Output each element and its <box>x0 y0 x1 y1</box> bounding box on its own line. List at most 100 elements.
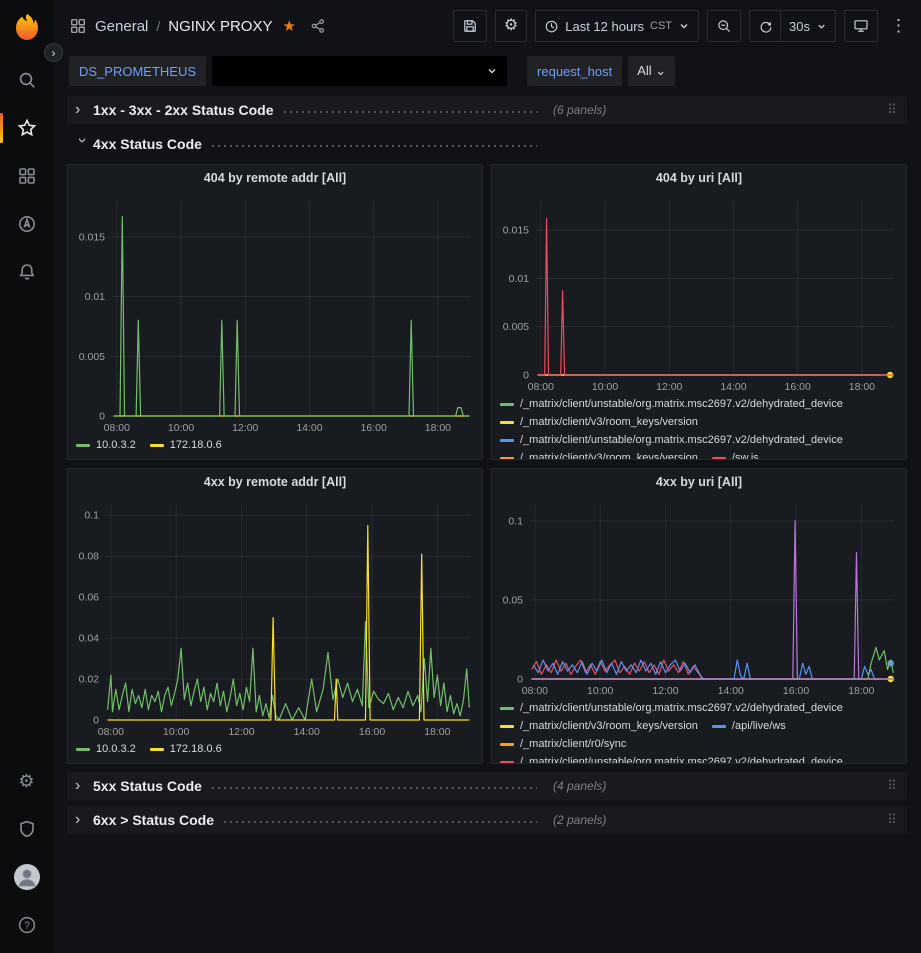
svg-text:18:00: 18:00 <box>848 685 874 697</box>
legend-item[interactable]: /_matrix/client/unstable/org.matrix.msc2… <box>500 397 843 412</box>
svg-text:0.005: 0.005 <box>79 351 105 363</box>
legend-item[interactable]: /api/live/ws <box>712 719 786 734</box>
panel-404-by-uri: 404 by uri [All] 00.0050.010.01508:0010:… <box>491 164 907 460</box>
svg-text:10:00: 10:00 <box>163 726 189 738</box>
row-header-4xx[interactable]: › 4xx Status Code <box>67 130 907 158</box>
row-header-1xx-3xx-2xx[interactable]: › 1xx - 3xx - 2xx Status Code (6 panels)… <box>67 96 907 124</box>
share-icon[interactable] <box>310 18 326 34</box>
row-header-5xx[interactable]: › 5xx Status Code (4 panels) ⠿ <box>67 772 907 800</box>
legend-label: /_matrix/client/unstable/org.matrix.msc2… <box>520 755 843 763</box>
legend-label: 10.0.3.2 <box>96 438 136 453</box>
dashboard-settings-button[interactable]: ⚙ <box>495 10 527 42</box>
time-series-chart[interactable]: 00.0050.010.01508:0010:0012:0014:0016:00… <box>68 191 482 436</box>
legend-item[interactable]: /_matrix/client/v3/room_keys/version <box>500 415 698 430</box>
time-series-chart[interactable]: 00.050.108:0010:0012:0014:0016:0018:00 <box>492 495 906 699</box>
legend-item[interactable]: 10.0.3.2 <box>76 438 136 453</box>
legend-swatch <box>500 725 514 728</box>
panel-404-by-remote-addr: 404 by remote addr [All] 00.0050.010.015… <box>67 164 483 460</box>
sidebar-item-help[interactable]: ? <box>0 901 53 949</box>
time-series-chart[interactable]: 00.0050.010.01508:0010:0012:0014:0016:00… <box>492 191 906 395</box>
breadcrumb-folder[interactable]: General <box>95 18 148 35</box>
panel-title[interactable]: 4xx by uri [All] <box>492 469 906 495</box>
chart-legend: 10.0.3.2 172.18.0.6 <box>68 436 482 459</box>
row-header-6xx[interactable]: › 6xx > Status Code (2 panels) ⠿ <box>67 806 907 834</box>
svg-text:14:00: 14:00 <box>296 422 322 434</box>
sidebar-item-alerting[interactable] <box>0 248 53 296</box>
legend-swatch <box>712 725 726 728</box>
help-icon: ? <box>17 915 37 935</box>
navbar: General / NGINX PROXY ★ ⚙ <box>53 0 921 52</box>
row-drag-handle[interactable]: ⠿ <box>885 781 899 791</box>
sidebar-item-explore[interactable] <box>0 200 53 248</box>
legend-label: 172.18.0.6 <box>170 742 222 757</box>
legend-item[interactable]: /_matrix/client/r0/sync <box>500 737 626 752</box>
sidebar-item-server-admin[interactable] <box>0 805 53 853</box>
breadcrumb: General / NGINX PROXY ★ <box>69 17 326 35</box>
zoom-out-button[interactable] <box>707 10 741 42</box>
svg-text:12:00: 12:00 <box>228 726 254 738</box>
datasource-select[interactable] <box>212 56 507 86</box>
time-range-label: Last 12 hours <box>565 19 644 34</box>
dashboard-icon <box>69 17 87 35</box>
row-expand-chevron: › <box>74 138 90 156</box>
monitor-icon <box>853 18 869 34</box>
save-dashboard-button[interactable] <box>453 10 487 42</box>
legend-label: /_matrix/client/unstable/org.matrix.msc2… <box>520 433 843 448</box>
legend-item[interactable]: /_matrix/client/unstable/org.matrix.msc2… <box>500 701 843 716</box>
legend-label: /sw.js <box>732 451 759 459</box>
panel-title[interactable]: 4xx by remote addr [All] <box>68 469 482 495</box>
sidebar-item-dashboards[interactable] <box>0 152 53 200</box>
timezone-label: CST <box>650 20 672 32</box>
legend-item[interactable]: 10.0.3.2 <box>76 742 136 757</box>
row-panel-count: (2 panels) <box>553 813 606 827</box>
panel-title[interactable]: 404 by remote addr [All] <box>68 165 482 191</box>
svg-text:0: 0 <box>523 370 529 382</box>
time-picker[interactable]: Last 12 hours CST <box>535 10 699 42</box>
legend-item[interactable]: /_matrix/client/unstable/org.matrix.msc2… <box>500 755 843 763</box>
refresh-button[interactable] <box>750 11 780 41</box>
more-options-button[interactable]: ⋮ <box>886 10 911 42</box>
svg-text:18:00: 18:00 <box>424 726 450 738</box>
search-icon <box>17 70 37 90</box>
svg-text:0: 0 <box>99 411 105 423</box>
refresh-interval-dropdown[interactable]: 30s <box>780 11 835 41</box>
svg-text:14:00: 14:00 <box>720 381 746 393</box>
legend-label: /_matrix/client/r0/sync <box>520 737 626 752</box>
chevron-down-icon <box>486 65 498 77</box>
legend-item[interactable]: /sw.js <box>712 451 759 459</box>
sidebar-item-configuration[interactable]: ⚙ <box>0 757 53 805</box>
chart-legend: /_matrix/client/unstable/org.matrix.msc2… <box>492 395 906 459</box>
legend-label: /api/live/ws <box>732 719 786 734</box>
sidebar-item-search[interactable] <box>0 56 53 104</box>
dashboard-body: › 1xx - 3xx - 2xx Status Code (6 panels)… <box>53 90 921 953</box>
panel-title[interactable]: 404 by uri [All] <box>492 165 906 191</box>
kiosk-mode-button[interactable] <box>844 10 878 42</box>
legend-swatch <box>500 743 514 746</box>
legend-item[interactable]: /_matrix/client/v3/room_keys/version <box>500 719 698 734</box>
sidebar-item-starred[interactable] <box>0 104 53 152</box>
legend-item[interactable]: /_matrix/client/unstable/org.matrix.msc2… <box>500 433 843 448</box>
svg-text:10:00: 10:00 <box>592 381 618 393</box>
row-collapse-chevron: › <box>75 102 93 118</box>
dashboard-variables: DS_PROMETHEUS request_host All ⌄ <box>53 52 921 90</box>
svg-text:0.01: 0.01 <box>509 273 530 285</box>
refresh-icon <box>758 19 773 34</box>
request-host-select[interactable]: All ⌄ <box>628 56 675 86</box>
sidebar: › <box>0 0 53 953</box>
row-drag-handle[interactable]: ⠿ <box>885 815 899 825</box>
row-drag-handle[interactable]: ⠿ <box>885 105 899 115</box>
sidebar-bottom: ⚙ ? <box>0 757 53 953</box>
row-title: 1xx - 3xx - 2xx Status Code <box>93 102 274 118</box>
gear-icon: ⚙ <box>18 772 34 790</box>
dashboard-title[interactable]: NGINX PROXY <box>168 18 272 35</box>
sidebar-item-profile[interactable] <box>0 853 53 901</box>
legend-item[interactable]: 172.18.0.6 <box>150 438 222 453</box>
favorite-star-icon[interactable]: ★ <box>282 17 295 35</box>
clock-icon <box>544 19 559 34</box>
svg-text:0.015: 0.015 <box>503 225 529 237</box>
time-series-chart[interactable]: 00.020.040.060.080.108:0010:0012:0014:00… <box>68 495 482 740</box>
legend-item[interactable]: 172.18.0.6 <box>150 742 222 757</box>
legend-item[interactable]: /_matrix/client/v3/room_keys/version <box>500 451 698 459</box>
sidebar-expand-button[interactable]: › <box>44 43 63 62</box>
svg-text:0.06: 0.06 <box>79 592 100 604</box>
